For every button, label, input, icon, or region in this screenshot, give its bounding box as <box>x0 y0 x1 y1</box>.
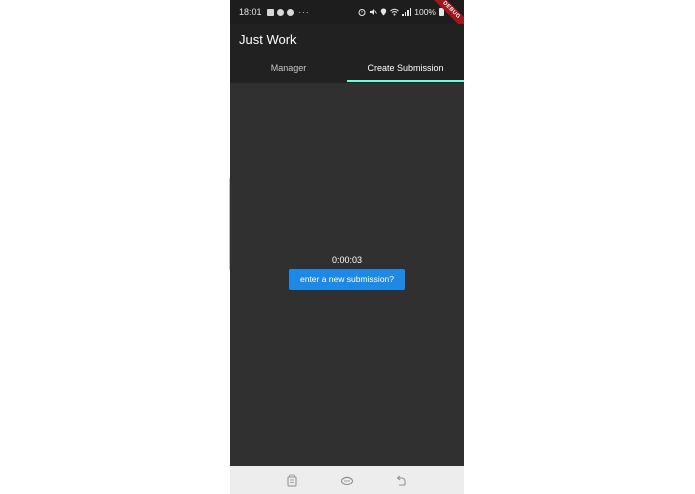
vpn-icon <box>276 8 284 16</box>
app-bar: Just Work <box>230 24 464 58</box>
mute-icon <box>370 9 378 15</box>
location-circle-icon <box>286 8 294 16</box>
app-title: Just Work <box>239 32 297 47</box>
tab-label: Manager <box>270 63 307 73</box>
timer-display: 0:00:03 <box>331 255 363 265</box>
signal-icon <box>402 8 412 16</box>
status-bar: 18:01 ··· 100% DEBUG <box>230 0 464 39</box>
battery-text: 100% <box>414 7 436 17</box>
phone-screen: 18:01 ··· 100% DEBUG Just Work Manager C… <box>230 0 464 494</box>
recent-apps-icon <box>287 474 297 486</box>
wifi-icon <box>390 8 400 16</box>
back-button[interactable] <box>395 473 409 487</box>
alarm-icon <box>358 9 366 16</box>
notification-icons <box>266 8 294 16</box>
main-content: 0:00:03 enter a new submission? <box>230 83 464 466</box>
home-icon <box>340 476 353 485</box>
message-icon <box>266 8 274 16</box>
status-right-icons: 100% <box>358 0 444 24</box>
tab-manager[interactable]: Manager <box>230 58 347 83</box>
tab-bar: Manager Create Submission <box>230 58 464 83</box>
home-button[interactable] <box>340 473 354 487</box>
tab-indicator <box>347 80 464 82</box>
navigation-bar <box>230 466 464 494</box>
tab-label: Create Submission <box>367 63 444 73</box>
location-icon <box>381 8 387 16</box>
back-icon <box>396 475 406 485</box>
more-notifications-icon: ··· <box>298 7 310 17</box>
new-submission-button[interactable]: enter a new submission? <box>289 269 405 290</box>
status-time: 18:01 <box>239 7 262 17</box>
recent-apps-button[interactable] <box>285 473 299 487</box>
tab-create-submission[interactable]: Create Submission <box>347 58 464 83</box>
